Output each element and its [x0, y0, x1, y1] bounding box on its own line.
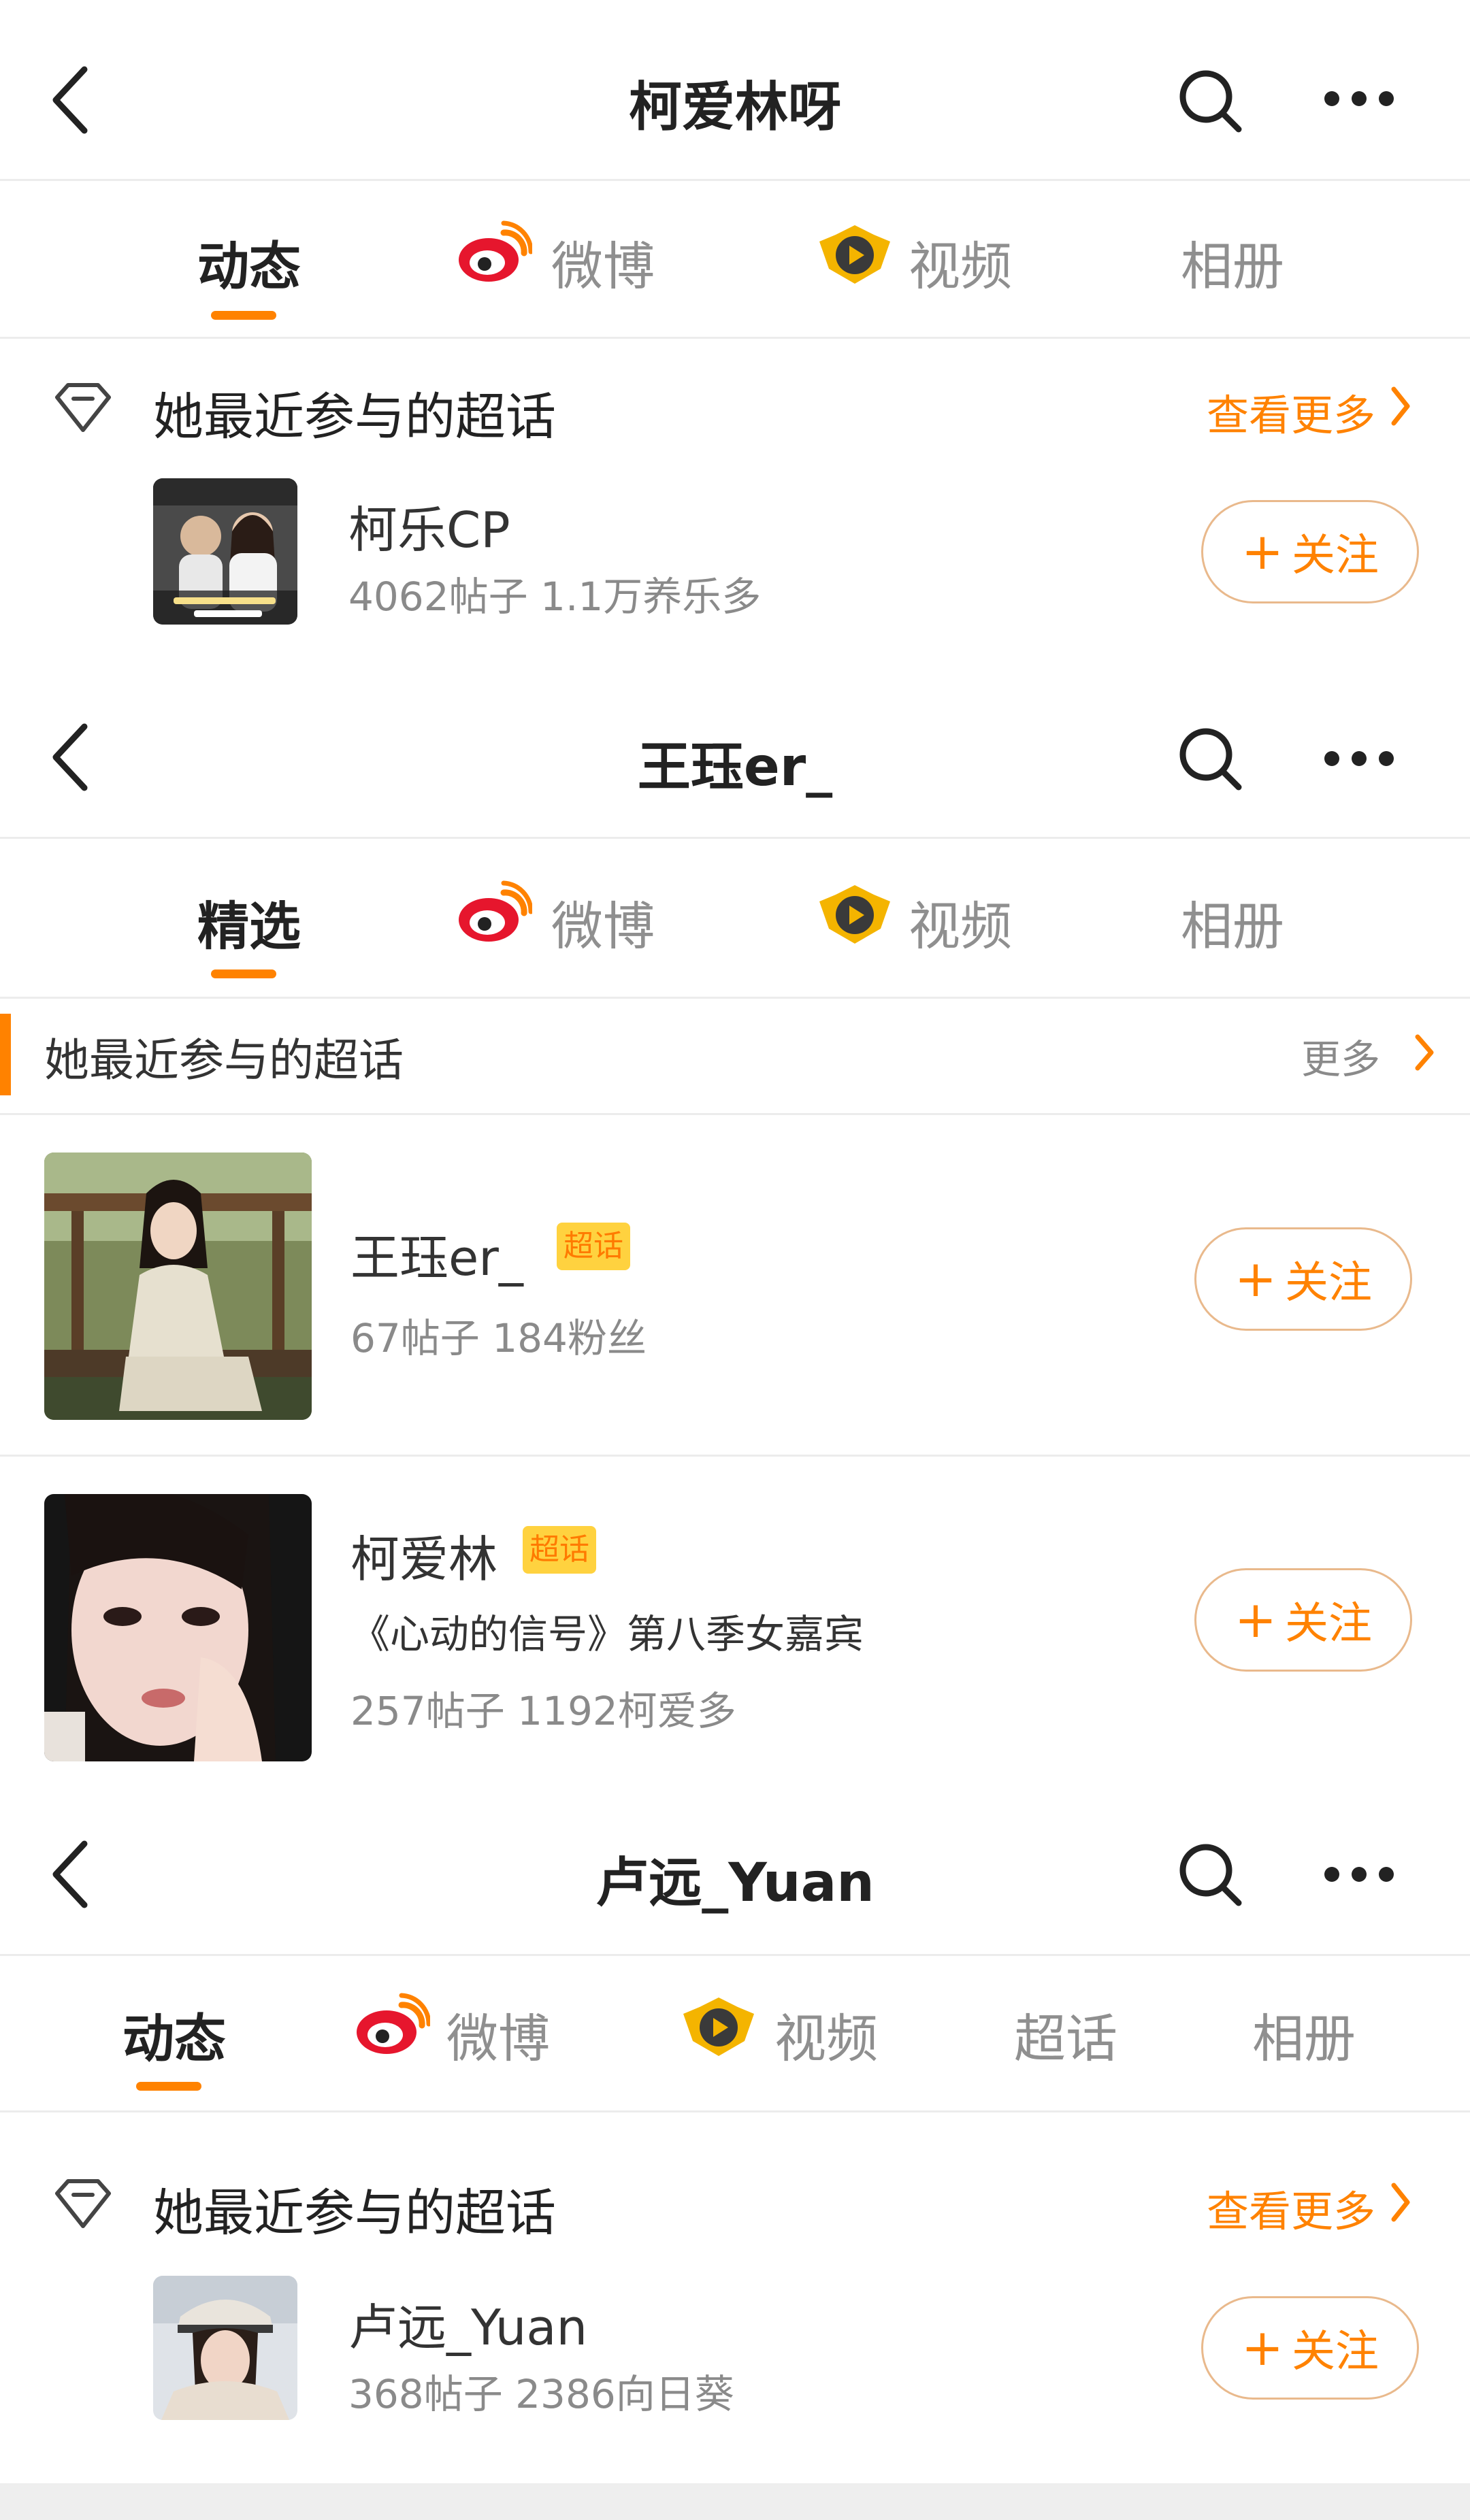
follow-button[interactable]: + 关注: [1194, 1568, 1412, 1672]
panel-luyuan: 卢远_Yuan 动态 微博 视频 超话 相册 她最近参与的超话 查看更多 卢远_…: [0, 1796, 1470, 2520]
search-icon[interactable]: [1176, 725, 1244, 793]
more-icon[interactable]: [1322, 88, 1396, 109]
row-divider: [0, 1455, 1470, 1457]
tab-dongtai[interactable]: 动态: [122, 1997, 226, 2072]
tab-album[interactable]: 相册: [1181, 884, 1284, 959]
diamond-icon: [55, 2179, 111, 2228]
topic-meta: 4062帖子 1.1万养乐多: [348, 574, 762, 620]
plus-icon: +: [1241, 523, 1284, 581]
header-divider: [0, 837, 1470, 839]
section-accent-bar: [0, 1014, 11, 1095]
section-title: 她最近参与的超话: [153, 388, 556, 446]
more-icon[interactable]: [1322, 1864, 1396, 1885]
topic-meta: 368帖子 2386向日葵: [348, 2371, 734, 2417]
tab-underline: [136, 2082, 201, 2091]
more-link[interactable]: 更多: [1301, 1027, 1380, 1084]
search-icon[interactable]: [1176, 1840, 1244, 1908]
tab-dongtai[interactable]: 动态: [197, 225, 301, 299]
topic-thumbnail[interactable]: [153, 2276, 297, 2420]
avatar[interactable]: [44, 1494, 312, 1761]
super-topic-badge: 超话: [523, 1526, 596, 1574]
chevron-right-icon[interactable]: [1388, 384, 1413, 429]
tab-video[interactable]: 视频: [909, 225, 1012, 299]
weibo-icon: [459, 880, 532, 942]
follow-label: 关注: [1285, 1258, 1372, 1308]
super-topic-badge: 超话: [557, 1223, 630, 1270]
chevron-right-icon[interactable]: [1388, 2180, 1413, 2225]
follow-button[interactable]: + 关注: [1194, 1227, 1412, 1331]
follow-label: 关注: [1292, 2327, 1379, 2377]
plus-icon: +: [1241, 2319, 1284, 2377]
header-divider: [0, 1954, 1470, 1956]
topic-name[interactable]: 柯爱林: [350, 1519, 497, 1591]
follow-label: 关注: [1292, 531, 1379, 581]
search-icon[interactable]: [1176, 67, 1244, 135]
more-icon[interactable]: [1322, 748, 1396, 769]
chevron-right-icon[interactable]: [1412, 1031, 1437, 1074]
bottom-gray-bar: [0, 2483, 1470, 2520]
page-title: 卢远_Yuan: [595, 1853, 875, 1914]
video-icon: [819, 885, 890, 944]
tab-album[interactable]: 相册: [1181, 225, 1284, 299]
tabs-divider: [0, 337, 1470, 339]
plus-icon: +: [1234, 1250, 1277, 1308]
tab-video[interactable]: 视频: [909, 884, 1012, 959]
diamond-icon: [55, 383, 111, 432]
section-title: 她最近参与的超话: [153, 2184, 556, 2242]
page-title: 王珏er_: [637, 737, 833, 798]
page-title: 柯爱林呀: [628, 77, 841, 138]
tab-underline: [211, 969, 276, 978]
tab-album[interactable]: 相册: [1252, 1997, 1356, 2072]
follow-button[interactable]: + 关注: [1201, 2296, 1419, 2400]
follow-label: 关注: [1285, 1599, 1372, 1649]
topic-name[interactable]: 卢远_Yuan: [348, 2287, 587, 2359]
video-icon: [683, 1997, 754, 2056]
tab-video[interactable]: 视频: [774, 1997, 878, 2072]
tabs-divider: [0, 2110, 1470, 2112]
section-title: 她最近参与的超话: [44, 1034, 404, 1087]
tab-weibo[interactable]: 微博: [551, 884, 655, 959]
topic-name[interactable]: 柯乐CP: [348, 490, 510, 561]
follow-button[interactable]: + 关注: [1201, 500, 1419, 603]
plus-icon: +: [1234, 1591, 1277, 1649]
tab-featured[interactable]: 精选: [197, 884, 301, 959]
topic-meta: 257帖子 1192柯爱多: [350, 1688, 736, 1734]
section-divider: [0, 1113, 1470, 1115]
weibo-icon: [459, 220, 532, 282]
view-more-link[interactable]: 查看更多: [1207, 2177, 1375, 2238]
weibo-icon: [357, 1993, 430, 2054]
topic-name[interactable]: 王珏er_: [350, 1218, 523, 1289]
header-divider: [0, 179, 1470, 181]
tab-underline: [211, 311, 276, 320]
view-more-link[interactable]: 查看更多: [1207, 381, 1375, 442]
topic-meta: 67帖子 184粉丝: [350, 1315, 647, 1361]
panel-wangjue: 王珏er_ 精选 微博 视频 相册 她最近参与的超话 更多 王珏er_ 超话 6…: [0, 680, 1470, 1796]
tab-super-topic[interactable]: 超话: [1014, 1997, 1117, 2072]
topic-description: 《心动的信号》第八季女嘉宾: [350, 1611, 864, 1657]
panel-kealin: 柯爱林呀 动态 微博 视频 相册 她最近参与的超话 查看更多 柯乐CP 4062…: [0, 0, 1470, 680]
tabs-divider: [0, 997, 1470, 999]
avatar[interactable]: [44, 1153, 312, 1420]
topic-thumbnail[interactable]: [153, 478, 297, 625]
tab-weibo[interactable]: 微博: [551, 225, 655, 299]
tab-weibo[interactable]: 微博: [446, 1997, 550, 2072]
video-icon: [819, 225, 890, 284]
